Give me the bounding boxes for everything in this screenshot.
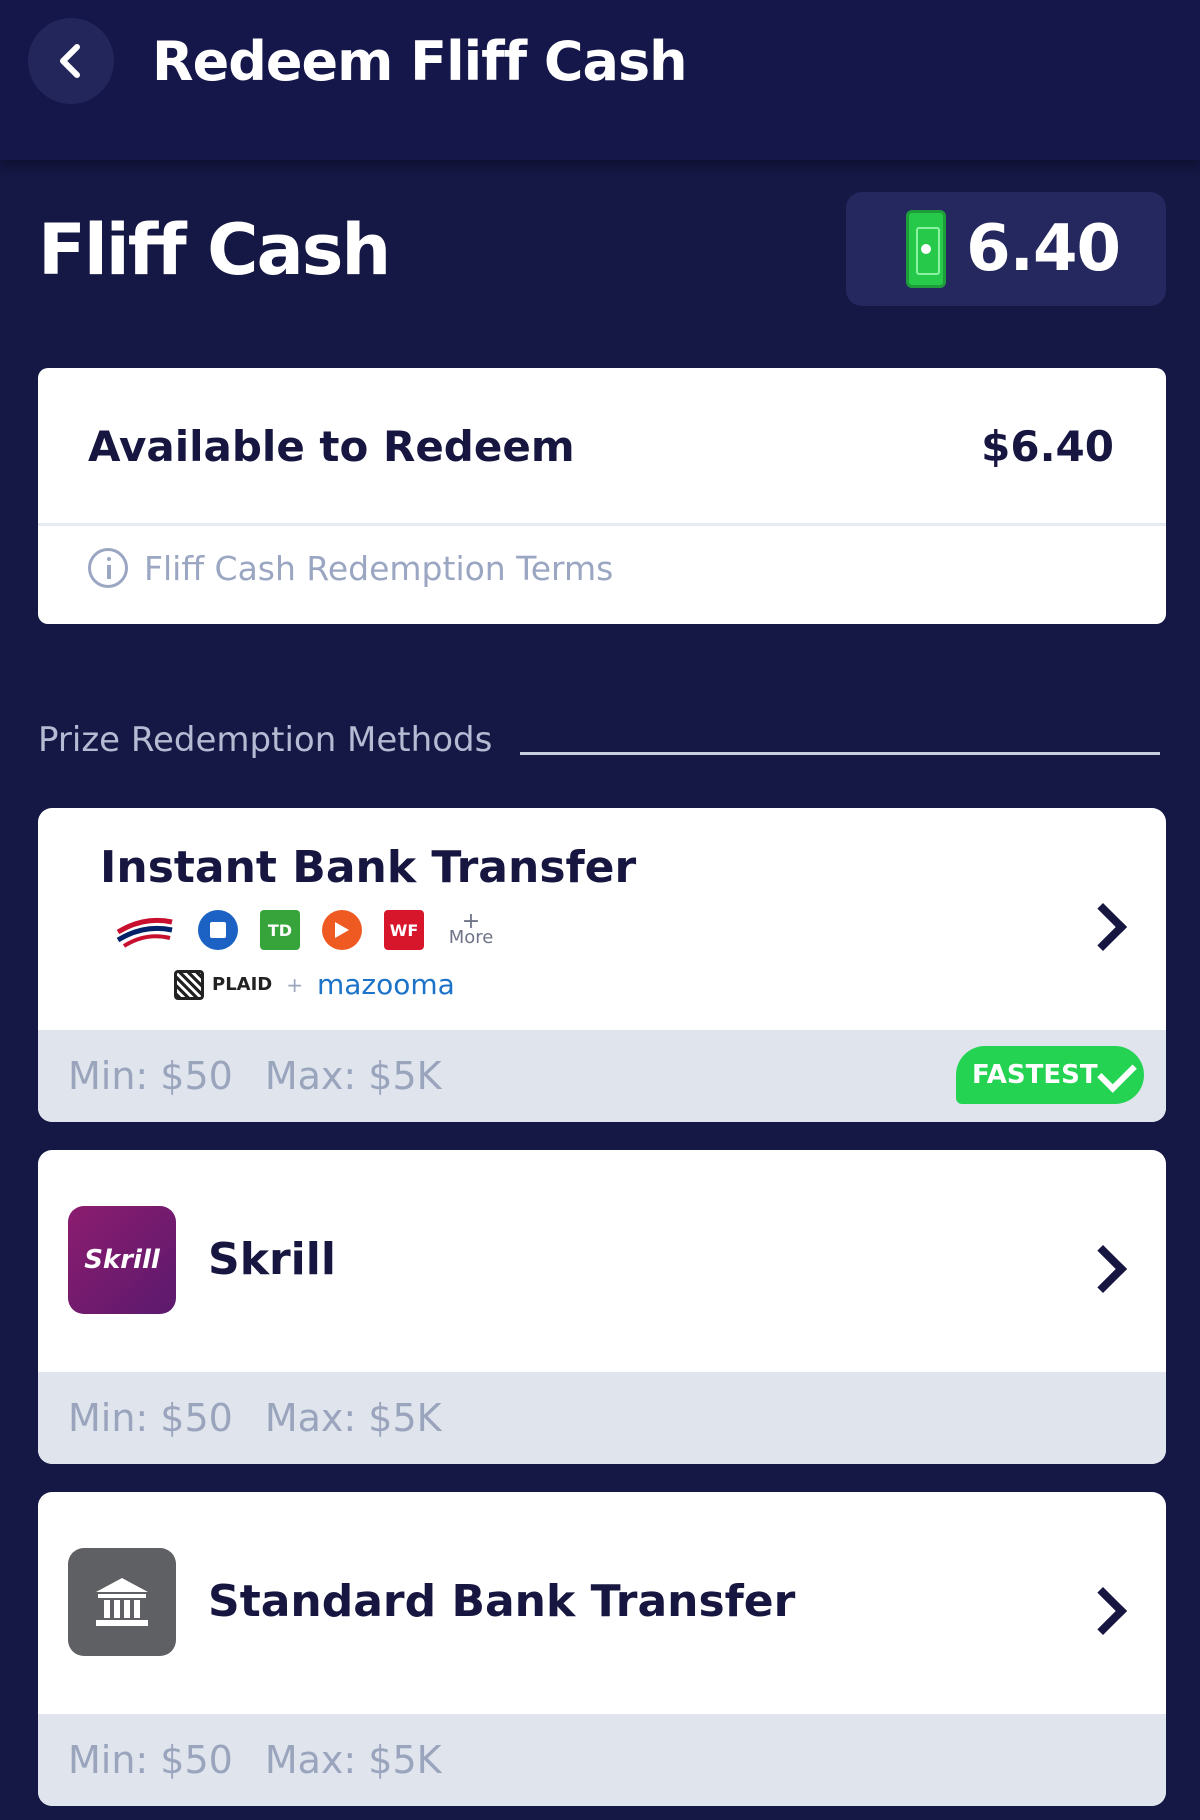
method-title: Skrill: [208, 1234, 336, 1285]
info-icon: [88, 548, 128, 588]
method-title: Instant Bank Transfer: [100, 842, 637, 893]
available-card: Available to Redeem $6.40 Fliff Cash Red…: [38, 368, 1166, 624]
balance-pill: 6.40: [846, 192, 1166, 306]
fastest-badge: FASTEST: [956, 1046, 1144, 1104]
method-limits: Min: $50 Max: $5K: [38, 1714, 1166, 1806]
more-banks-label: + More: [448, 909, 494, 948]
more-label: More: [448, 927, 494, 948]
td-icon: TD: [260, 910, 300, 950]
redemption-terms-link[interactable]: Fliff Cash Redemption Terms: [88, 548, 613, 588]
chevron-right-icon: [1078, 1586, 1128, 1636]
available-value: $6.40: [981, 422, 1114, 471]
chevron-right-icon: [1078, 902, 1128, 952]
plaid-label: PLAID: [212, 974, 273, 995]
skrill-icon: Skrill: [68, 1206, 176, 1314]
mazooma-label: mazooma: [317, 968, 455, 1001]
method-limits: Min: $50 Max: $5K: [38, 1372, 1166, 1464]
method-instant-bank-transfer[interactable]: Instant Bank Transfer TD WF + More PLAID…: [38, 808, 1166, 1122]
back-button[interactable]: [28, 18, 114, 104]
max-label: Max: $5K: [264, 1738, 442, 1782]
plus-separator: +: [286, 972, 303, 997]
page-title: Fliff Cash: [38, 209, 391, 291]
redemption-terms-label: Fliff Cash Redemption Terms: [144, 548, 614, 588]
bank-building-icon: [68, 1548, 176, 1656]
method-title: Standard Bank Transfer: [208, 1576, 796, 1627]
max-label: Max: $5K: [264, 1396, 442, 1440]
bank-logos: TD WF + More: [114, 910, 518, 950]
header-bar: Redeem Fliff Cash: [0, 0, 1200, 160]
plaid-icon: [174, 969, 204, 1000]
header-title: Redeem Fliff Cash: [152, 30, 688, 93]
play-icon: [322, 910, 362, 950]
balance-value: 6.40: [966, 212, 1121, 286]
min-label: Min: $50: [68, 1396, 233, 1440]
fastest-label: FASTEST: [972, 1060, 1098, 1090]
section-title: Prize Redemption Methods: [38, 720, 493, 760]
available-row: Available to Redeem $6.40: [38, 368, 1166, 526]
chevron-left-icon: [60, 44, 80, 78]
method-skrill[interactable]: Skrill Skrill Min: $50 Max: $5K: [38, 1150, 1166, 1464]
cash-icon: [906, 210, 947, 288]
chase-icon: [198, 910, 238, 950]
wells-fargo-icon: WF: [384, 910, 424, 950]
partner-logos: PLAID + mazooma: [174, 968, 455, 1001]
bank-of-america-icon: [114, 910, 176, 950]
min-label: Min: $50: [68, 1738, 233, 1782]
available-label: Available to Redeem: [88, 422, 575, 471]
min-label: Min: $50: [68, 1054, 233, 1098]
chevron-right-icon: [1078, 1244, 1128, 1294]
check-icon: [1097, 1053, 1137, 1093]
max-label: Max: $5K: [264, 1054, 442, 1098]
method-standard-bank-transfer[interactable]: Standard Bank Transfer Min: $50 Max: $5K: [38, 1492, 1166, 1806]
section-divider: [520, 752, 1160, 755]
